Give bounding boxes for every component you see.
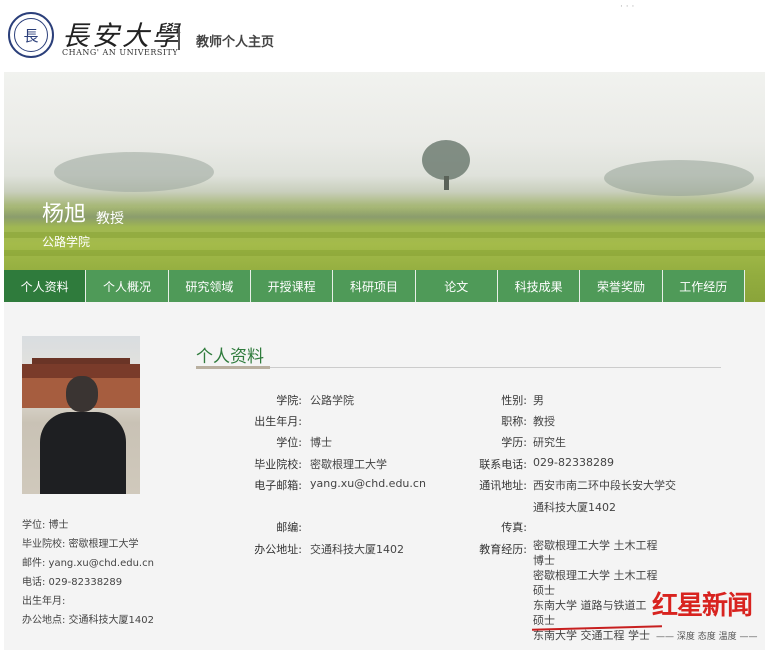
banner-distant-trees-right	[604, 160, 754, 196]
gender-label: 性别:	[501, 394, 527, 407]
address-label: 通讯地址:	[479, 479, 527, 492]
sidebar-info: 学位: 博士 毕业院校: 密歇根理工大学 邮件: yang.xu@chd.edu…	[22, 516, 154, 630]
field-stripe	[4, 232, 765, 238]
page: 長 長安大學 CHANG' AN UNIVERSITY 教师个人主页 · · ·…	[0, 0, 779, 650]
field-stripe	[4, 250, 765, 256]
education-level-label: 学历:	[501, 436, 527, 449]
university-seal-icon[interactable]: 長	[8, 12, 54, 58]
tab-personal-info[interactable]: 个人资料	[4, 270, 87, 302]
fax-label: 传真:	[501, 521, 527, 534]
watermark-logo: 红星新闻	[652, 591, 753, 621]
banner-tree	[422, 140, 470, 180]
page-title[interactable]: 教师个人主页	[196, 31, 274, 50]
tab-work-experience[interactable]: 工作经历	[662, 270, 745, 302]
seal-mark: 長	[14, 18, 48, 52]
professor-title: 教授	[96, 211, 124, 227]
gender-value: 男	[533, 394, 544, 407]
education-entry: 东南大学 道路与铁道工	[533, 599, 647, 612]
banner-distant-trees	[54, 152, 214, 192]
profile-nav: 个人资料 个人概况 研究领域 开授课程 科研项目 论文 科技成果 荣誉奖励 工作…	[4, 270, 745, 302]
sidebar-school: 毕业院校: 密歇根理工大学	[22, 539, 139, 550]
school-label: 毕业院校:	[254, 458, 302, 471]
section-divider-accent	[196, 366, 270, 369]
rank-value: 教授	[533, 415, 555, 428]
banner-tree-trunk	[444, 176, 449, 190]
section-title: 个人资料	[196, 347, 264, 367]
college-label: 学院:	[276, 394, 302, 407]
school-value: 密歇根理工大学	[310, 458, 387, 471]
watermark-slogan: —— 深度 态度 温度 ——	[656, 632, 758, 642]
professor-name: 杨旭	[42, 202, 87, 227]
birth-label: 出生年月:	[254, 415, 302, 428]
sidebar-birth: 出生年月:	[22, 596, 66, 607]
zip-label: 邮编:	[276, 521, 302, 534]
section-divider	[196, 367, 721, 368]
top-links[interactable]: · · ·	[620, 2, 634, 12]
office-value: 交通科技大厦1402	[310, 543, 404, 556]
education-entry: 密歇根理工大学 土木工程	[533, 539, 658, 552]
header-divider	[178, 28, 180, 50]
tab-honors[interactable]: 荣誉奖励	[580, 270, 663, 302]
tab-courses[interactable]: 开授课程	[250, 270, 334, 302]
office-label: 办公地址:	[254, 543, 302, 556]
photo-person-body	[40, 412, 126, 494]
site-header: 長 長安大學 CHANG' AN UNIVERSITY 教师个人主页 · · ·	[0, 0, 779, 72]
sidebar-degree: 学位: 博士	[22, 520, 69, 531]
sidebar-email[interactable]: 邮件: yang.xu@chd.edu.cn	[22, 554, 154, 573]
address-value-line1: 西安市南二环中段长安大学交	[533, 479, 676, 492]
professor-college: 公路学院	[42, 235, 91, 249]
education-entry: 密歇根理工大学 土木工程	[533, 569, 658, 582]
education-entry: 硕士	[533, 584, 555, 597]
news-watermark: 红星新闻 —— 深度 态度 温度 ——	[652, 585, 778, 645]
rank-label: 职称:	[501, 415, 527, 428]
education-entry: 东南大学 交通工程 学士	[533, 629, 650, 642]
tab-achievements[interactable]: 科技成果	[497, 270, 581, 302]
degree-value: 博士	[310, 436, 332, 449]
sidebar-phone: 电话: 029-82338289	[22, 577, 123, 588]
tab-overview[interactable]: 个人概况	[86, 270, 169, 302]
sidebar-office: 办公地点: 交通科技大厦1402	[22, 615, 154, 626]
college-value: 公路学院	[310, 394, 354, 407]
email-value[interactable]: yang.xu@chd.edu.cn	[310, 477, 426, 490]
profile-photo	[22, 336, 140, 494]
degree-label: 学位:	[276, 436, 302, 449]
email-label: 电子邮箱:	[254, 479, 302, 492]
phone-value: 029-82338289	[533, 456, 614, 469]
education-entry: 博士	[533, 554, 555, 567]
education-level-value: 研究生	[533, 436, 566, 449]
phone-label: 联系电话:	[479, 458, 527, 471]
tab-research-areas[interactable]: 研究领域	[168, 270, 251, 302]
photo-person-head	[66, 376, 98, 412]
profile-banner	[4, 72, 765, 302]
tab-research-projects[interactable]: 科研项目	[333, 270, 416, 302]
university-logo-english: CHANG' AN UNIVERSITY	[62, 48, 179, 57]
tab-papers[interactable]: 论文	[415, 270, 498, 302]
education-history-label: 教育经历:	[479, 543, 527, 556]
address-value-line2: 通科技大厦1402	[533, 501, 616, 514]
